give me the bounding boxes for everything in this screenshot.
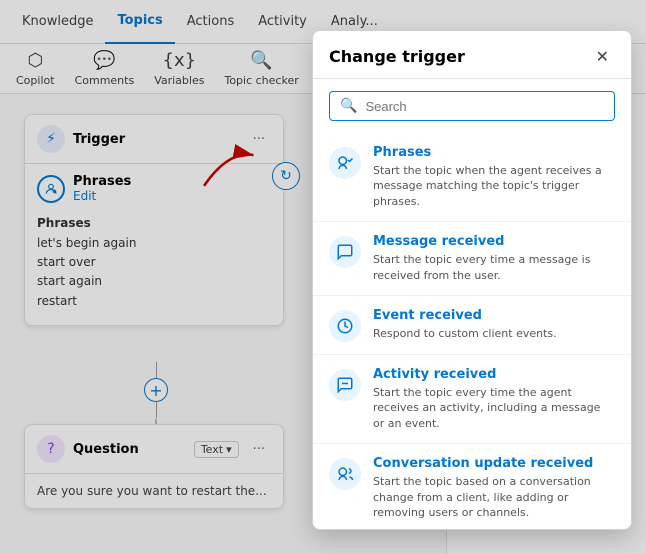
trigger-option-activity[interactable]: Activity received Start the topic every … <box>313 355 631 444</box>
activity-option-label: Activity received <box>373 367 615 382</box>
search-icon: 🔍 <box>340 98 357 114</box>
event-option-icon <box>329 310 361 342</box>
activity-option-icon <box>329 369 361 401</box>
message-option-text: Message received Start the topic every t… <box>373 234 615 283</box>
modal-title: Change trigger <box>329 47 465 66</box>
search-box[interactable]: 🔍 <box>329 91 615 121</box>
event-option-desc: Respond to custom client events. <box>373 326 557 341</box>
message-option-icon <box>329 236 361 268</box>
modal-close-button[interactable]: ✕ <box>590 45 615 68</box>
activity-option-desc: Start the topic every time the agent rec… <box>373 385 615 431</box>
message-option-label: Message received <box>373 234 615 249</box>
event-option-text: Event received Respond to custom client … <box>373 308 557 341</box>
event-option-label: Event received <box>373 308 557 323</box>
trigger-option-event[interactable]: Event received Respond to custom client … <box>313 296 631 355</box>
trigger-option-conversation[interactable]: Conversation update received Start the t… <box>313 444 631 530</box>
conversation-option-label: Conversation update received <box>373 456 615 471</box>
change-trigger-modal: Change trigger ✕ 🔍 Phrases Start the top… <box>312 30 632 530</box>
modal-header: Change trigger ✕ <box>313 31 631 79</box>
conversation-option-desc: Start the topic based on a conversation … <box>373 474 615 520</box>
phrases-option-desc: Start the topic when the agent receives … <box>373 163 615 209</box>
trigger-option-phrases[interactable]: Phrases Start the topic when the agent r… <box>313 133 631 222</box>
message-option-desc: Start the topic every time a message is … <box>373 252 615 283</box>
search-input[interactable] <box>365 99 604 114</box>
conversation-option-icon <box>329 458 361 490</box>
conversation-option-text: Conversation update received Start the t… <box>373 456 615 520</box>
activity-option-text: Activity received Start the topic every … <box>373 367 615 431</box>
phrases-option-icon <box>329 147 361 179</box>
trigger-option-message[interactable]: Message received Start the topic every t… <box>313 222 631 296</box>
app-container: Knowledge Topics Actions Activity Analy.… <box>0 0 646 554</box>
phrases-option-label: Phrases <box>373 145 615 160</box>
phrases-option-text: Phrases Start the topic when the agent r… <box>373 145 615 209</box>
